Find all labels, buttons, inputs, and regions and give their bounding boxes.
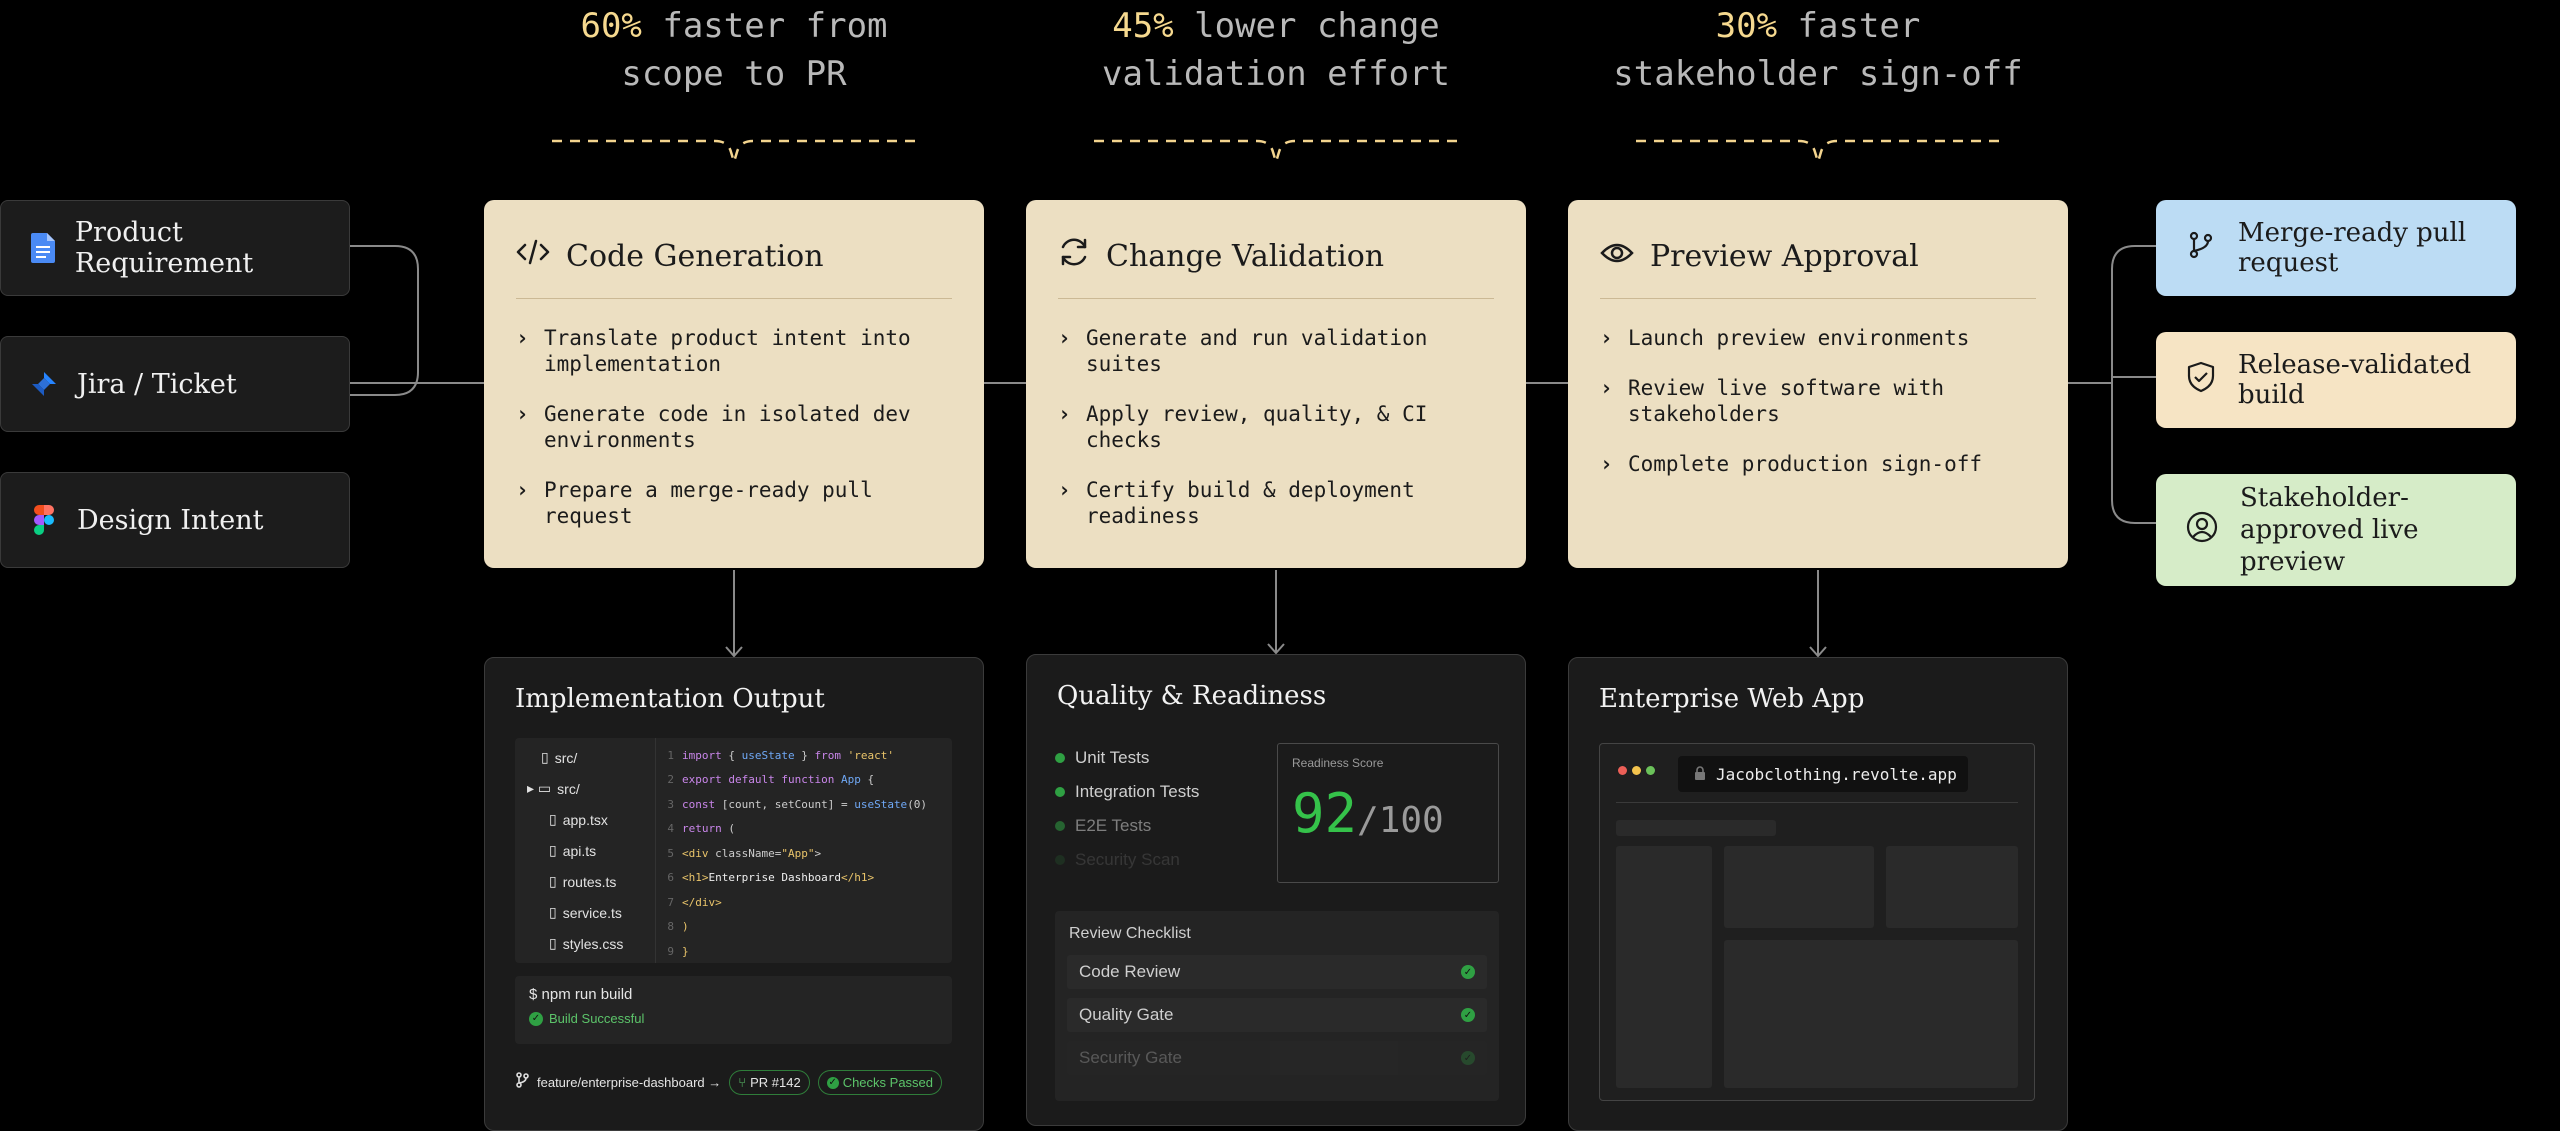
check-circle-icon: ✓ xyxy=(1461,1008,1475,1022)
score-value: 92 xyxy=(1292,782,1358,845)
stage-bullet: Review live software with stakeholders xyxy=(1628,376,1945,426)
file-tree-item[interactable]: ▯ routes.ts xyxy=(527,866,647,897)
score-max: /100 xyxy=(1357,800,1444,841)
file-tree: ▯ src/ ▸ ▭ src/ ▯ app.tsx ▯ api.ts ▯ rou… xyxy=(527,742,647,959)
build-status: Build Successful xyxy=(549,1011,645,1026)
file-tree-item[interactable]: ▯ api.ts xyxy=(527,835,647,866)
stage-bullet: Generate code in isolated dev environmen… xyxy=(544,402,911,452)
checklist-item[interactable]: Code Review ✓ xyxy=(1067,955,1487,989)
metric-3: 30% faster stakeholder sign-off xyxy=(1613,6,2023,94)
stage-bullet: Certify build & deployment readiness xyxy=(1086,478,1415,528)
pr-badge[interactable]: ⑂ PR #142 xyxy=(729,1070,810,1095)
stage-title: Preview Approval xyxy=(1650,238,1919,274)
output-label: Stakeholder-approved live preview xyxy=(2240,483,2419,577)
file-tree-item[interactable]: ▯ src/ xyxy=(527,742,647,773)
metric-brace-2 xyxy=(1094,139,1460,167)
stage-card-code-generation: Code Generation › Translate product inten… xyxy=(484,200,984,568)
terminal-command: $ npm run build xyxy=(529,986,633,1003)
test-item: Integration Tests xyxy=(1055,775,1255,809)
output-label: Release-validated build xyxy=(2238,350,2472,410)
jira-icon xyxy=(29,369,59,399)
file-tree-item[interactable]: ▸ ▭ src/ xyxy=(527,773,647,804)
metric-1: 60% faster from scope to PR xyxy=(580,6,888,94)
skeleton-card xyxy=(1886,846,2018,928)
quality-readiness-panel: Quality & Readiness Unit Tests Integrati… xyxy=(1026,654,1526,1126)
skeleton-card xyxy=(1724,846,1874,928)
input-label: Jira / Ticket xyxy=(77,368,237,400)
review-checklist: Review Checklist Code Review ✓ Quality Ga… xyxy=(1055,911,1499,1101)
input-jira-ticket[interactable]: Jira / Ticket xyxy=(0,336,350,432)
shield-check-icon xyxy=(2186,361,2216,400)
input-connector xyxy=(350,245,419,396)
panel-title: Enterprise Web App xyxy=(1599,684,1865,714)
readiness-score-card: Readiness Score 92/100 xyxy=(1277,743,1499,883)
skeleton-sidebar xyxy=(1616,846,1712,1088)
checks-badge[interactable]: ✓ Checks Passed xyxy=(817,1070,943,1095)
output-merge-ready-pr[interactable]: Merge-ready pull request xyxy=(2156,200,2516,296)
test-item: E2E Tests xyxy=(1055,809,1255,843)
git-branch-icon xyxy=(515,1072,529,1093)
metric-brace-1 xyxy=(552,139,918,167)
checklist-title: Review Checklist xyxy=(1069,925,1191,942)
output-release-validated-build[interactable]: Release-validated build xyxy=(2156,332,2516,428)
input-label: Product Requirement xyxy=(74,217,254,279)
check-circle-icon: ✓ xyxy=(1461,965,1475,979)
refresh-icon xyxy=(1058,236,1090,276)
address-bar[interactable]: Jacobclothing.revolte.app xyxy=(1678,756,1968,792)
code-view: 1 import { useState } from 'react' 2 expor… xyxy=(667,748,928,958)
stage-bullet: Launch preview environments xyxy=(1628,326,1970,350)
metric-brace-3 xyxy=(1636,139,2002,167)
input-design-intent[interactable]: Design Intent xyxy=(0,472,350,568)
google-doc-icon xyxy=(29,233,57,263)
panel-title: Quality & Readiness xyxy=(1057,681,1327,711)
test-list: Unit Tests Integration Tests E2E Tests S… xyxy=(1055,741,1255,877)
stage-card-change-validation: Change Validation › Generate and run vali… xyxy=(1026,200,1526,568)
skeleton-content xyxy=(1724,940,2018,1088)
stage-title: Change Validation xyxy=(1106,238,1385,274)
figma-icon xyxy=(29,505,59,535)
stage-bullet: Translate product intent into implementa… xyxy=(544,326,911,376)
stage-bullet: Generate and run validation suites xyxy=(1086,326,1428,376)
checklist-item[interactable]: Security Gate ✓ xyxy=(1067,1041,1487,1075)
code-icon xyxy=(516,237,550,275)
url-text: Jacobclothing.revolte.app xyxy=(1716,764,1957,784)
check-circle-icon: ✓ xyxy=(1461,1051,1475,1065)
panel-title: Implementation Output xyxy=(515,684,825,714)
test-item: Unit Tests xyxy=(1055,741,1255,775)
skeleton-heading xyxy=(1616,820,1776,836)
input-label: Design Intent xyxy=(77,504,264,536)
browser-window: Jacobclothing.revolte.app xyxy=(1599,743,2035,1101)
check-circle-icon: ✓ xyxy=(529,1011,543,1026)
branch-name: feature/enterprise-dashboard → xyxy=(537,1075,722,1090)
enterprise-web-app-panel: Enterprise Web App Jacobclothing.revolte… xyxy=(1568,657,2068,1131)
file-tree-item[interactable]: ▯ styles.css xyxy=(527,928,647,959)
stage-card-preview-approval: Preview Approval › Launch preview environ… xyxy=(1568,200,2068,568)
output-stakeholder-approved-preview[interactable]: Stakeholder-approved live preview xyxy=(2156,474,2516,586)
code-editor: ▯ src/ ▸ ▭ src/ ▯ app.tsx ▯ api.ts ▯ rou… xyxy=(515,738,952,963)
test-item: Security Scan xyxy=(1055,843,1255,877)
eye-icon xyxy=(1600,239,1634,274)
metric-2: 45% lower change validation effort xyxy=(1102,6,1450,94)
stage-bullet: Complete production sign-off xyxy=(1628,452,1983,476)
lock-icon xyxy=(1694,765,1706,784)
file-tree-item[interactable]: ▯ app.tsx xyxy=(527,804,647,835)
user-circle-icon xyxy=(2186,511,2218,550)
implementation-output-panel: Implementation Output ▯ src/ ▸ ▭ src/ ▯ … xyxy=(484,657,984,1131)
pr-bar: feature/enterprise-dashboard → ⑂ PR #142 … xyxy=(515,1070,965,1095)
checklist-item[interactable]: Quality Gate ✓ xyxy=(1067,998,1487,1032)
stage-title: Code Generation xyxy=(566,238,824,274)
score-label: Readiness Score xyxy=(1292,756,1384,770)
file-tree-item[interactable]: ▯ service.ts xyxy=(527,897,647,928)
git-branch-icon xyxy=(2186,230,2216,267)
stage-bullet: Prepare a merge-ready pull request xyxy=(544,478,873,528)
input-product-requirement[interactable]: Product Requirement xyxy=(0,200,350,296)
window-controls xyxy=(1618,766,1655,775)
stage-bullet: Apply review, quality, & CI checks xyxy=(1086,402,1428,452)
terminal: $ npm run build ✓ Build Successful xyxy=(515,976,952,1044)
output-connector xyxy=(2111,245,2156,524)
output-label: Merge-ready pull request xyxy=(2238,218,2467,278)
